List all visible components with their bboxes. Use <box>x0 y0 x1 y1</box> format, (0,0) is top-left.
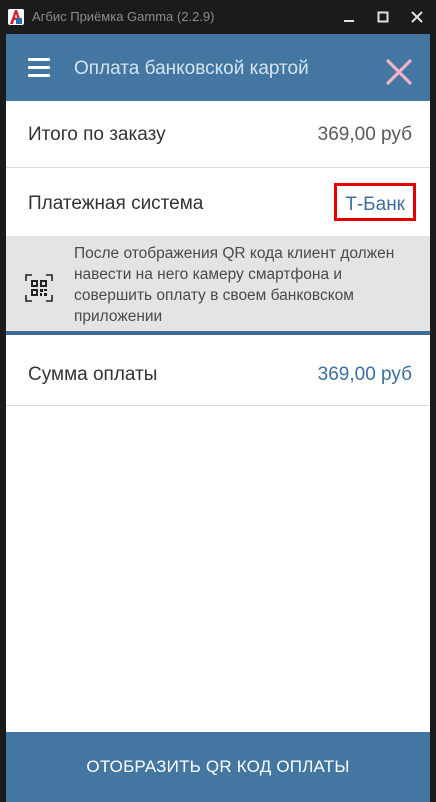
info-panel: После отображения QR кода клиент должен … <box>6 236 430 335</box>
payment-system-row: Платежная система Т-Банк <box>6 168 430 236</box>
payment-sum-value[interactable]: 369,00 руб <box>318 364 412 386</box>
app-header: Оплата банковской картой <box>6 34 430 101</box>
info-text: После отображения QR кода клиент должен … <box>74 245 395 325</box>
app-window: Оплата банковской картой Итого по заказу… <box>6 34 430 802</box>
window-titlebar: Агбис Приёмка Gamma (2.2.9) <box>0 0 436 34</box>
order-total-row: Итого по заказу 369,00 руб <box>6 101 430 168</box>
minimize-button[interactable] <box>332 0 366 34</box>
window-close-icon <box>411 11 423 23</box>
menu-icon <box>28 58 50 61</box>
app-logo-icon <box>8 9 24 25</box>
window-title: Агбис Приёмка Gamma (2.2.9) <box>32 9 215 24</box>
show-qr-button[interactable]: ОТОБРАЗИТЬ QR КОД ОПЛАТЫ <box>6 732 430 802</box>
window-border <box>430 34 436 802</box>
close-button[interactable] <box>384 57 414 87</box>
order-total-label: Итого по заказу <box>28 124 166 145</box>
qr-code-icon <box>25 274 53 302</box>
maximize-button[interactable] <box>366 0 400 34</box>
maximize-icon <box>377 11 389 23</box>
payment-system-selector[interactable]: Т-Банк <box>334 183 416 221</box>
order-total-value: 369,00 руб <box>317 124 412 145</box>
window-close-button[interactable] <box>400 0 434 34</box>
payment-sum-label: Сумма оплаты <box>28 364 158 385</box>
payment-system-value[interactable]: Т-Банк <box>345 194 405 216</box>
menu-button[interactable] <box>26 56 52 80</box>
payment-sum-row: Сумма оплаты 369,00 руб <box>6 337 430 406</box>
payment-system-label: Платежная система <box>28 193 204 214</box>
close-icon <box>386 59 412 85</box>
page-title: Оплата банковской картой <box>74 58 309 79</box>
minimize-icon <box>344 20 354 22</box>
